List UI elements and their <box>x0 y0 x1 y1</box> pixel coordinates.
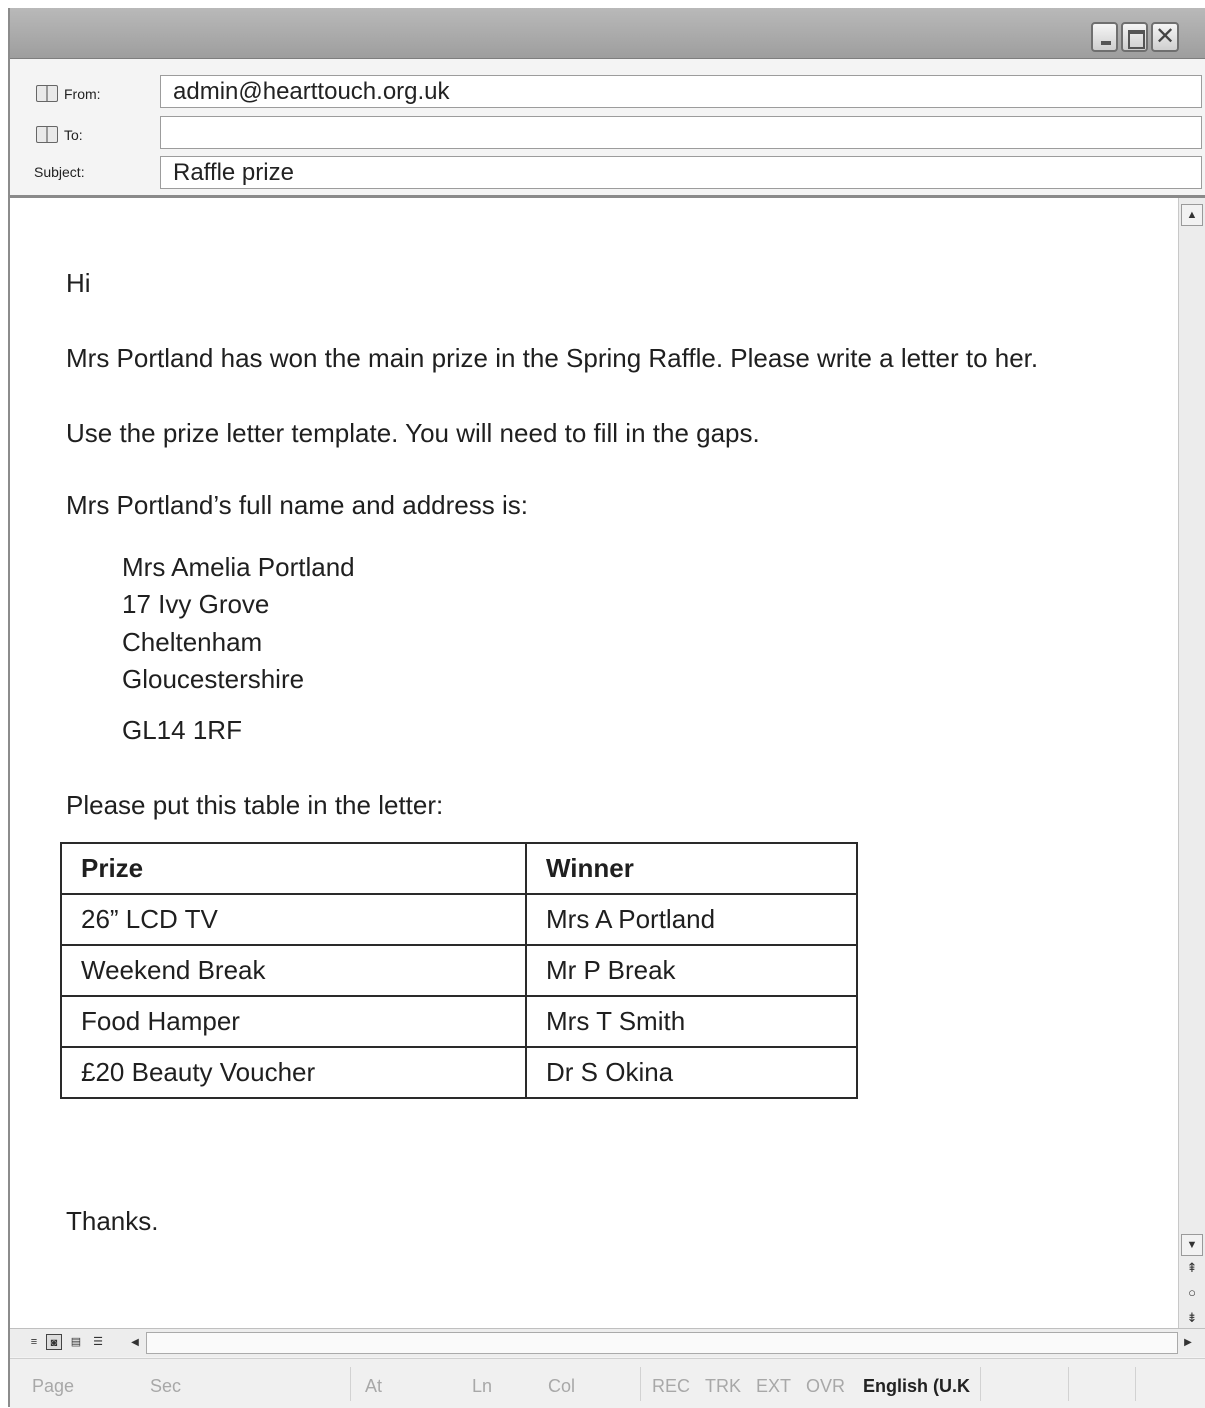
prize-cell: £20 Beauty Voucher <box>60 1046 527 1099</box>
maximize-button[interactable] <box>1121 22 1148 52</box>
table-row: Weekend Break Mr P Break <box>60 944 858 997</box>
arrow-left-icon: ◀ <box>131 1337 139 1348</box>
message-header: From: admin@hearttouch.org.uk To: Subjec… <box>10 59 1205 198</box>
body-line-1: Mrs Portland has won the main prize in t… <box>66 343 1039 373</box>
to-label-group: To: <box>36 126 83 143</box>
column-header: Winner <box>525 842 858 895</box>
subject-row: Subject: Raffle prize <box>10 156 1205 192</box>
address-line: Mrs Amelia Portland <box>122 552 355 582</box>
table-row: £20 Beauty Voucher Dr S Okina <box>60 1046 858 1099</box>
scroll-left-button[interactable]: ◀ <box>125 1332 145 1354</box>
web-view-icon: ◙ <box>50 1337 58 1349</box>
to-row: To: <box>10 116 1205 152</box>
address-line: GL14 1RF <box>122 715 242 745</box>
from-label-group: From: <box>36 85 101 102</box>
winner-cell: Mr P Break <box>525 944 858 997</box>
status-rec[interactable]: REC <box>652 1376 690 1397</box>
address-line: Cheltenham <box>122 627 263 657</box>
scroll-down-button[interactable]: ▼ <box>1181 1234 1203 1256</box>
email-window: ✕ From: admin@hearttouch.org.uk To: Subj… <box>8 8 1205 1408</box>
body-line-2: Use the prize letter template. You will … <box>66 418 760 448</box>
print-view-icon: ▤ <box>70 1336 82 1348</box>
double-arrow-down-icon: ⇟ <box>1186 1310 1198 1325</box>
maximize-icon <box>1128 30 1145 49</box>
scroll-right-button[interactable]: ▶ <box>1178 1332 1198 1354</box>
closing: Thanks. <box>66 1206 159 1236</box>
subject-label: Subject: <box>34 164 85 180</box>
table-row: 26” LCD TV Mrs A Portland <box>60 893 858 946</box>
column-header: Prize <box>60 842 527 895</box>
status-divider <box>980 1367 981 1401</box>
status-page: Page <box>32 1376 75 1396</box>
winner-cell: Mrs T Smith <box>525 995 858 1048</box>
table-intro: Please put this table in the letter: <box>66 790 444 820</box>
close-icon: ✕ <box>1154 23 1176 50</box>
from-field[interactable]: admin@hearttouch.org.uk <box>160 75 1202 108</box>
status-divider <box>350 1367 351 1401</box>
horizontal-scrollbar[interactable]: ≡ ◙ ▤ ☰ ◀ ▶ <box>10 1328 1205 1357</box>
status-column: Col <box>548 1376 576 1396</box>
arrow-up-icon: ▲ <box>1186 209 1198 221</box>
address-book-icon[interactable] <box>36 126 58 143</box>
status-trk[interactable]: TRK <box>705 1376 741 1397</box>
print-view-button[interactable]: ▤ <box>68 1334 84 1350</box>
previous-page-button[interactable]: ⇞ <box>1181 1258 1203 1278</box>
status-ovr[interactable]: OVR <box>806 1376 845 1397</box>
normal-view-icon: ≡ <box>30 1336 38 1348</box>
prize-table: Prize Winner 26” LCD TV Mrs A Portland W… <box>60 842 858 1099</box>
outline-view-button[interactable]: ☰ <box>90 1334 106 1350</box>
circle-icon: ○ <box>1188 1285 1196 1300</box>
address-book-icon[interactable] <box>36 85 58 102</box>
select-browse-object-button[interactable]: ○ <box>1181 1283 1203 1303</box>
status-line: Ln <box>472 1376 493 1396</box>
from-row: From: admin@hearttouch.org.uk <box>10 75 1205 111</box>
status-divider <box>1135 1367 1136 1401</box>
subject-field[interactable]: Raffle prize <box>160 156 1202 189</box>
status-at: At <box>365 1376 383 1396</box>
outline-view-icon: ☰ <box>93 1336 103 1348</box>
arrow-down-icon: ▼ <box>1186 1239 1198 1251</box>
next-page-button[interactable]: ⇟ <box>1181 1308 1203 1328</box>
vertical-scrollbar[interactable]: ▲ ▼ ⇞ ○ ⇟ <box>1178 198 1205 1328</box>
status-bar: Page Sec At Ln Col REC TRK EXT OVR Engli… <box>10 1358 1205 1408</box>
body-line-3: Mrs Portland’s full name and address is: <box>66 490 528 520</box>
prize-cell: Weekend Break <box>60 944 527 997</box>
status-ext[interactable]: EXT <box>756 1376 791 1397</box>
table-header-row: Prize Winner <box>60 842 858 895</box>
message-body[interactable]: Hi Mrs Portland has won the main prize i… <box>10 198 1178 1328</box>
status-language: English (U.K <box>863 1376 970 1396</box>
double-arrow-up-icon: ⇞ <box>1186 1260 1198 1275</box>
close-button[interactable]: ✕ <box>1151 22 1179 52</box>
minimize-icon <box>1101 41 1111 45</box>
normal-view-button[interactable]: ≡ <box>26 1334 42 1350</box>
winner-cell: Dr S Okina <box>525 1046 858 1099</box>
arrow-right-icon: ▶ <box>1184 1337 1192 1348</box>
winner-cell: Mrs A Portland <box>525 893 858 946</box>
minimize-button[interactable] <box>1091 22 1118 52</box>
address-line: 17 Ivy Grove <box>122 589 270 619</box>
from-label: From: <box>64 85 101 102</box>
scroll-up-button[interactable]: ▲ <box>1181 204 1203 226</box>
to-field[interactable] <box>160 116 1202 149</box>
status-divider <box>640 1367 641 1401</box>
table-row: Food Hamper Mrs T Smith <box>60 995 858 1048</box>
prize-cell: Food Hamper <box>60 995 527 1048</box>
greeting: Hi <box>66 268 91 298</box>
horizontal-scroll-track[interactable] <box>146 1332 1178 1354</box>
prize-cell: 26” LCD TV <box>60 893 527 946</box>
to-label: To: <box>64 126 83 143</box>
address-line: Gloucestershire <box>122 664 305 694</box>
title-bar: ✕ <box>10 8 1205 59</box>
status-section: Sec <box>150 1376 182 1396</box>
web-view-button[interactable]: ◙ <box>46 1334 62 1350</box>
status-divider <box>1068 1367 1069 1401</box>
